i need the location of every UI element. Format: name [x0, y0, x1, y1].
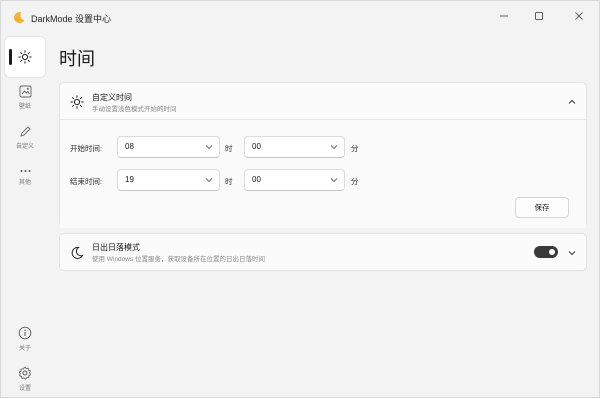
- window-title: DarkMode 设置中心: [31, 14, 112, 24]
- maximize-button[interactable]: [522, 1, 556, 31]
- active-indicator: [9, 49, 12, 65]
- chevron-down-icon: [205, 178, 213, 183]
- info-icon: [18, 326, 32, 340]
- moon-app-icon: [14, 12, 25, 24]
- end-hour-unit: 时: [225, 177, 233, 186]
- title-bar: DarkMode 设置中心: [1, 1, 600, 35]
- start-minute-select[interactable]: 00: [244, 136, 345, 158]
- custom-time-title: 自定义时间: [92, 93, 132, 102]
- chevron-down-icon: [330, 178, 338, 183]
- maximize-icon: [535, 12, 543, 20]
- sidebar-item-wallpaper[interactable]: 壁纸: [5, 77, 45, 117]
- sidebar-item-other[interactable]: 其他: [5, 157, 45, 197]
- sunrise-subtitle: 使用 Windows 位置服务，获取设备所在位置的日出日落时间: [92, 256, 265, 263]
- chevron-down-icon: [330, 145, 338, 150]
- start-hour-select[interactable]: 08: [117, 136, 220, 158]
- sidebar-item-label: 壁纸: [18, 103, 31, 110]
- end-minute-value: 00: [252, 175, 261, 184]
- sidebar-item-about[interactable]: 关于: [5, 319, 45, 359]
- custom-time-subtitle: 手动设置浅色模式开始的时间: [92, 106, 177, 113]
- custom-time-body: 开始时间: 08 时 00 分 结束时间: 19 时 00 分 保存: [60, 120, 586, 228]
- sidebar-item-custom[interactable]: 自定义: [5, 117, 45, 157]
- sunrise-sunset-card[interactable]: 日出日落模式 使用 Windows 位置服务，获取设备所在位置的日出日落时间: [59, 233, 587, 271]
- sun-icon: [70, 95, 84, 109]
- chevron-down-icon[interactable]: [567, 248, 577, 258]
- gear-icon: [18, 366, 31, 380]
- sidebar-item-settings[interactable]: 设置: [5, 359, 45, 398]
- sidebar: 壁纸 自定义 其他 关于 设置: [1, 35, 49, 398]
- sidebar-item-label: 其他: [18, 180, 31, 186]
- end-minute-select[interactable]: 00: [244, 169, 345, 191]
- end-hour-value: 19: [125, 175, 134, 184]
- app-window: DarkMode 设置中心 壁纸 自定义 其他 关于 设置 时间 自定义时间 手…: [0, 0, 600, 398]
- custom-time-card: 自定义时间 手动设置浅色模式开始的时间 开始时间: 08 时 00 分 结束时间…: [59, 82, 587, 228]
- sidebar-item-label: 自定义: [15, 143, 34, 150]
- chevron-up-icon[interactable]: [567, 97, 577, 107]
- close-icon: [575, 12, 583, 20]
- sun-icon: [18, 50, 32, 64]
- sidebar-item-label: 设置: [18, 386, 31, 392]
- save-button[interactable]: 保存: [515, 197, 569, 218]
- end-hour-select[interactable]: 19: [117, 169, 220, 191]
- start-minute-value: 00: [252, 142, 261, 151]
- start-minute-unit: 分: [351, 144, 359, 153]
- toggle-knob: [549, 249, 555, 255]
- sunrise-toggle[interactable]: [534, 246, 558, 258]
- start-time-label: 开始时间:: [70, 144, 103, 153]
- minimize-icon: [500, 15, 508, 17]
- pen-icon: [19, 125, 31, 137]
- sidebar-item-label: 关于: [18, 346, 31, 352]
- sunrise-title: 日出日落模式: [92, 243, 140, 252]
- close-button[interactable]: [562, 1, 596, 31]
- start-hour-unit: 时: [225, 144, 233, 153]
- chevron-down-icon: [205, 145, 213, 150]
- minimize-button[interactable]: [487, 1, 521, 31]
- end-time-label: 结束时间:: [70, 177, 103, 186]
- more-icon: [20, 170, 30, 172]
- wallpaper-icon: [19, 85, 31, 97]
- page-title: 时间: [59, 49, 95, 69]
- sidebar-item-time[interactable]: [5, 37, 45, 77]
- end-minute-unit: 分: [351, 177, 359, 186]
- moon-icon: [71, 246, 84, 259]
- start-hour-value: 08: [125, 142, 134, 151]
- custom-time-header[interactable]: 自定义时间 手动设置浅色模式开始的时间: [60, 83, 586, 120]
